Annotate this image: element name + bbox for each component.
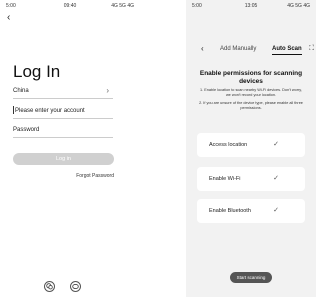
permissions-info-1: 1. Enable location to scan nearby Wi-Fi … — [200, 88, 302, 97]
permission-enable-wifi[interactable]: Enable Wi-Fi ✓ — [197, 167, 305, 191]
scan-icon[interactable]: ⛶ — [309, 44, 314, 54]
back-icon[interactable]: ‹ — [201, 44, 204, 54]
checkmark-icon: ✓ — [273, 207, 279, 214]
start-scanning-button[interactable]: Start scanning — [230, 272, 272, 283]
country-label: China — [13, 88, 29, 94]
password-placeholder: Password — [13, 127, 40, 133]
back-icon[interactable]: ‹ — [7, 13, 10, 23]
permission-access-location[interactable]: Access location ✓ — [197, 133, 305, 157]
account-placeholder: Please enter your account — [15, 108, 85, 114]
chevron-right-icon: › — [106, 86, 109, 95]
login-screen: 5:00 09:40 4G 5G 4G ‹ Log In China › Ple… — [0, 0, 140, 297]
scan-screen: 5:00 13:05 4G 5G 4G ‹ Add Manually Auto … — [186, 0, 316, 297]
wechat-icon[interactable] — [44, 281, 55, 292]
tab-bar: ‹ Add Manually Auto Scan ⛶ — [186, 44, 316, 55]
status-clock: 09:40 — [63, 3, 77, 9]
account-field[interactable]: Please enter your account — [13, 104, 113, 119]
login-button[interactable]: Log in — [13, 153, 114, 165]
checkmark-icon: ✓ — [273, 175, 279, 182]
checkmark-icon: ✓ — [273, 141, 279, 148]
text-cursor — [13, 106, 14, 115]
permission-label: Enable Bluetooth — [209, 208, 251, 214]
status-bar: 5:00 09:40 4G 5G 4G — [6, 3, 134, 11]
forgot-password-link[interactable]: Forgot Password — [76, 173, 114, 179]
status-time: 5:00 — [6, 3, 16, 9]
status-bar: 5:00 13:05 4G 5G 4G — [192, 3, 310, 11]
permissions-info-2: 2. If you are unsure of the device type,… — [199, 101, 303, 110]
permissions-title: Enable permissions for scanning devices — [199, 70, 303, 85]
password-field[interactable]: Password — [13, 123, 113, 138]
country-selector[interactable]: China › — [13, 84, 113, 99]
tab-add-manually[interactable]: Add Manually — [220, 44, 256, 54]
tab-auto-scan[interactable]: Auto Scan — [272, 44, 302, 55]
permission-enable-bluetooth[interactable]: Enable Bluetooth ✓ — [197, 199, 305, 223]
chat-icon[interactable] — [70, 281, 81, 292]
status-signal: 4G 5G 4G — [287, 3, 310, 9]
permission-label: Access location — [209, 142, 248, 148]
status-time: 5:00 — [192, 3, 202, 9]
status-signal: 4G 5G 4G — [111, 3, 134, 9]
status-clock: 13:05 — [244, 3, 258, 9]
permission-label: Enable Wi-Fi — [209, 176, 241, 182]
chat-glyph — [72, 283, 79, 290]
wechat-glyph — [46, 283, 53, 290]
page-title: Log In — [13, 62, 61, 81]
